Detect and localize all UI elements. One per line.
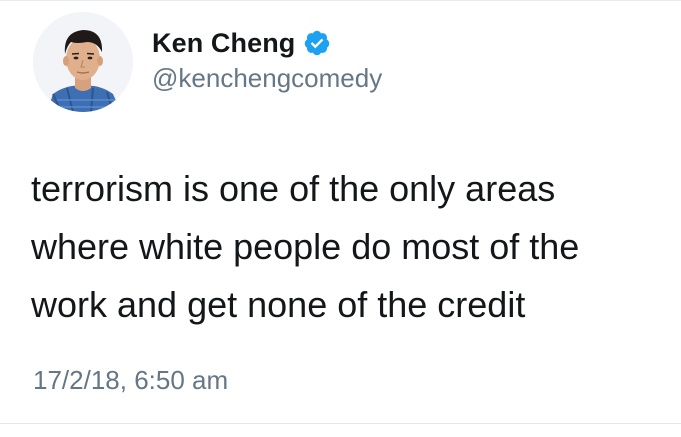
tweet-timestamp[interactable]: 17/2/18, 6:50 am [33,365,228,396]
tweet-card: Ken Cheng @kenchengcomedy terrorism is o… [0,0,681,437]
avatar-image [33,12,133,112]
verified-badge-icon [303,29,331,57]
bottom-divider [0,423,681,424]
user-handle[interactable]: @kenchengcomedy [152,63,382,94]
user-name-row: Ken Cheng [152,25,331,61]
tweet-text-line: terrorism is one of the only areas [31,168,556,209]
tweet-text-line: where white people do most of the [31,226,580,267]
tweet-text: terrorism is one of the only areas where… [31,160,671,334]
avatar[interactable] [33,12,133,112]
top-divider [0,0,681,1]
tweet-text-line: work and get none of the credit [31,284,526,325]
user-name[interactable]: Ken Cheng [152,28,295,59]
